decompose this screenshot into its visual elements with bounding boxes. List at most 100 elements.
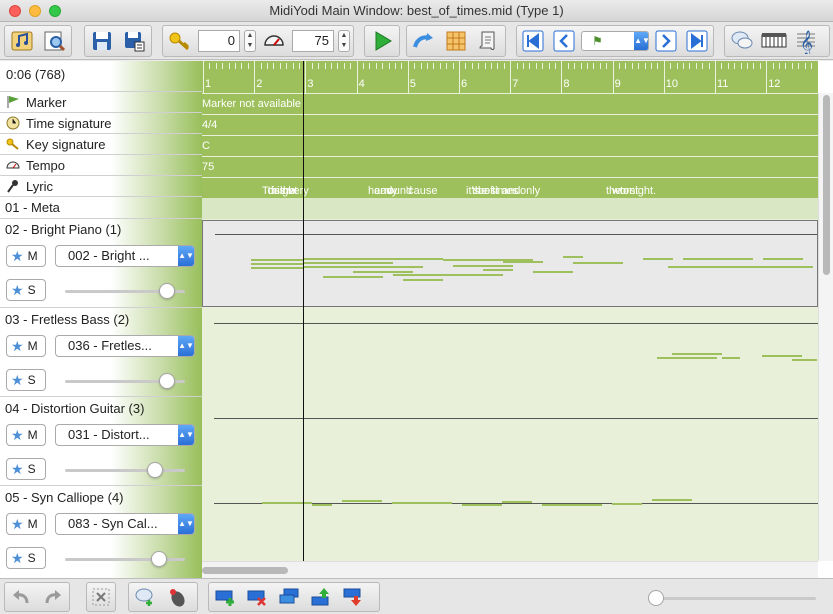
transpose-stepper[interactable]: ▲ ▼ (244, 30, 256, 52)
mute-button[interactable]: ★ M (6, 513, 46, 535)
solo-button[interactable]: ★ S (6, 369, 46, 391)
control-row-time-signature[interactable]: Time signature (0, 112, 202, 133)
ruler-minor-tick (478, 63, 480, 69)
zoom-window-button[interactable] (49, 5, 61, 17)
key-signature-value: C (202, 140, 210, 152)
treble-clef-icon[interactable]: 𝄞 (792, 27, 820, 55)
lyric-lane[interactable]: Tonight this is the very heavy and round'cause i… (202, 177, 818, 198)
ruler-minor-tick (260, 63, 262, 69)
program-select[interactable]: 002 - Bright ... ▲▼ (55, 245, 195, 267)
track-header[interactable]: 04 - Distortion Guitar (3) ★ M 031 - Dist… (0, 396, 202, 484)
add-comment-icon[interactable] (132, 584, 158, 610)
ruler-minor-tick (395, 63, 396, 69)
control-row-tempo[interactable]: Tempo (0, 154, 202, 175)
track-header[interactable]: 05 - Syn Calliope (4) ★ M 083 - Syn Cal..… (0, 485, 202, 578)
piano-icon[interactable] (760, 27, 788, 55)
volume-slider-knob[interactable] (150, 551, 167, 567)
track-lane[interactable] (202, 487, 818, 561)
add-track-icon[interactable] (212, 584, 238, 610)
delete-icon[interactable] (90, 584, 112, 610)
meta-track-row[interactable]: 01 - Meta (0, 196, 202, 217)
mute-button[interactable]: ★ M (6, 245, 46, 267)
marker-lane[interactable]: Marker not available (202, 93, 818, 114)
volume-slider[interactable] (65, 283, 185, 299)
track-lane-selected[interactable] (202, 220, 818, 307)
volume-slider-knob[interactable] (159, 373, 175, 389)
volume-slider[interactable] (65, 462, 185, 478)
minimize-window-button[interactable] (29, 5, 41, 17)
solo-button[interactable]: ★ S (6, 547, 46, 569)
track-lane[interactable] (202, 398, 818, 486)
tempo-stepper[interactable]: ▲ ▼ (338, 30, 350, 52)
solo-button[interactable]: ★ S (6, 458, 46, 480)
volume-slider[interactable] (65, 551, 185, 567)
ruler-minor-tick (734, 63, 736, 69)
mute-button[interactable]: ★ M (6, 335, 46, 357)
control-row-marker[interactable]: Marker (0, 91, 202, 112)
mute-button[interactable]: ★ M (6, 424, 46, 446)
control-row-key-signature[interactable]: Key signature (0, 133, 202, 154)
measure-number: 2 (256, 78, 263, 90)
close-window-button[interactable] (9, 5, 21, 17)
track-lane[interactable] (202, 309, 818, 397)
remove-track-icon[interactable] (244, 584, 270, 610)
volume-slider-knob[interactable] (159, 283, 175, 299)
redo-icon[interactable] (40, 584, 66, 610)
volume-slider-knob[interactable] (147, 462, 163, 478)
midi-note (657, 357, 717, 359)
marker-nav-select[interactable]: ⚑ ▲▼ (580, 31, 650, 51)
vertical-scrollbar[interactable] (818, 93, 833, 561)
ruler-minor-tick (523, 63, 524, 69)
chat-icon[interactable] (728, 27, 756, 55)
mouse-icon[interactable] (164, 584, 190, 610)
ruler-tick (407, 61, 409, 93)
solo-button[interactable]: ★ S (6, 279, 46, 301)
grid-icon[interactable] (442, 27, 470, 55)
ruler-minor-tick (740, 63, 742, 69)
move-track-down-icon[interactable] (340, 584, 366, 610)
ruler-tick (663, 61, 665, 93)
move-track-up-icon[interactable] (308, 584, 334, 610)
playhead-cursor[interactable] (303, 61, 304, 561)
transpose-field[interactable]: 0 (198, 30, 240, 52)
next-icon[interactable] (653, 27, 679, 55)
program-select[interactable]: 031 - Distort... ▲▼ (55, 424, 195, 446)
undo-icon[interactable] (8, 584, 34, 610)
first-icon[interactable] (520, 27, 546, 55)
track-header[interactable]: 03 - Fretless Bass (2) ★ M 036 - Fretles.… (0, 307, 202, 395)
scroll-icon[interactable] (474, 27, 502, 55)
tempo-field[interactable]: 75 (292, 30, 334, 52)
ruler-minor-tick (651, 63, 652, 69)
time-signature-lane[interactable]: 4/4 (202, 114, 818, 135)
track-header[interactable]: 02 - Bright Piano (1) ★ M 002 - Bright ..… (0, 218, 202, 306)
ruler-tick (561, 61, 563, 93)
vertical-scroll-thumb[interactable] (823, 95, 830, 275)
key-icon (166, 27, 194, 55)
horizontal-scrollbar[interactable] (202, 561, 818, 578)
volume-slider[interactable] (65, 373, 185, 389)
inspect-icon[interactable] (40, 27, 68, 55)
meta-lane[interactable] (202, 198, 818, 219)
save-as-icon[interactable] (120, 27, 148, 55)
previous-icon[interactable] (550, 27, 576, 55)
control-row-label: Lyric (26, 178, 53, 194)
music-notes-icon[interactable] (8, 27, 36, 55)
measure-ruler[interactable]: 1 2 3 4 5 6 7 8 9 10 11 12 (202, 61, 818, 93)
play-icon[interactable] (368, 27, 396, 55)
repeat-icon[interactable] (410, 27, 438, 55)
duplicate-track-icon[interactable] (276, 584, 302, 610)
program-select[interactable]: 036 - Fretles... ▲▼ (55, 335, 195, 357)
control-row-lyric[interactable]: Lyric (0, 175, 202, 196)
tempo-lane[interactable]: 75 (202, 156, 818, 177)
last-icon[interactable] (684, 27, 710, 55)
zoom-slider[interactable] (648, 590, 816, 606)
save-icon[interactable] (88, 27, 116, 55)
key-signature-lane[interactable]: C (202, 135, 818, 156)
horizontal-scroll-thumb[interactable] (202, 567, 288, 574)
ruler-minor-tick (401, 63, 403, 69)
marker-lane-text: Marker not available (202, 98, 302, 110)
star-icon: ★ (11, 461, 24, 477)
program-select[interactable]: 083 - Syn Cal... ▲▼ (55, 513, 195, 535)
ruler-minor-tick (215, 63, 217, 69)
zoom-slider-knob[interactable] (648, 590, 664, 606)
